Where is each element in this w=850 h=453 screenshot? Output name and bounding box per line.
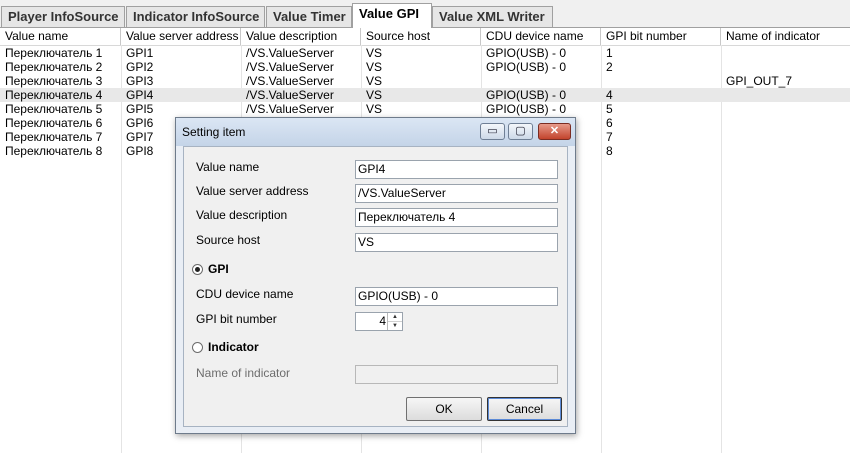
column-header-cdu-device[interactable]: CDU device name: [481, 28, 601, 45]
cell-gpi-bit[interactable]: 5: [601, 102, 721, 116]
cdu-device-label: CDU device name: [196, 287, 294, 301]
gpi-bit-stepper[interactable]: 4 ▲ ▼: [355, 312, 403, 331]
tab-value-xml-writer[interactable]: Value XML Writer: [432, 6, 553, 27]
gpi-bit-label: GPI bit number: [196, 312, 277, 326]
stepper-down-icon[interactable]: ▼: [388, 322, 402, 330]
column-header-gpi-bit[interactable]: GPI bit number: [601, 28, 721, 45]
tab-bar: Player InfoSource Indicator InfoSource V…: [0, 0, 850, 28]
value-name-field[interactable]: GPI4: [355, 160, 558, 179]
cell-cdu-device[interactable]: GPIO(USB) - 0: [481, 88, 601, 102]
server-address-field[interactable]: /VS.ValueServer: [355, 184, 558, 203]
cell-description[interactable]: /VS.ValueServer: [241, 60, 361, 74]
value-name-label: Value name: [196, 160, 260, 174]
column-header-value-name[interactable]: Value name: [0, 28, 121, 45]
setting-item-dialog: Setting item ▭ ▢ ✕ Value name GPI4 Value…: [175, 117, 576, 434]
cell-indicator[interactable]: GPI_OUT_7: [721, 74, 850, 88]
cell-source-host[interactable]: VS: [361, 88, 481, 102]
cell-source-host[interactable]: VS: [361, 74, 481, 88]
cell-cdu-device[interactable]: GPIO(USB) - 0: [481, 46, 601, 60]
cell-value-name[interactable]: Переключатель 4: [0, 88, 121, 102]
dialog-titlebar[interactable]: Setting item ▭ ▢ ✕: [176, 118, 575, 146]
cell-value-name[interactable]: Переключатель 3: [0, 74, 121, 88]
cdu-device-field[interactable]: GPIO(USB) - 0: [355, 287, 558, 306]
cell-value-name[interactable]: Переключатель 2: [0, 60, 121, 74]
cell-source-host[interactable]: VS: [361, 102, 481, 116]
cell-source-host[interactable]: VS: [361, 60, 481, 74]
cell-server-address[interactable]: GPI1: [121, 46, 241, 60]
cancel-button[interactable]: Cancel: [487, 397, 562, 421]
description-field[interactable]: Переключатель 4: [355, 208, 558, 227]
indicator-name-label: Name of indicator: [196, 366, 291, 380]
cell-gpi-bit[interactable]: 7: [601, 130, 721, 144]
cell-value-name[interactable]: Переключатель 7: [0, 130, 121, 144]
gpi-radio[interactable]: [192, 264, 203, 275]
cell-value-name[interactable]: Переключатель 6: [0, 116, 121, 130]
cell-server-address[interactable]: GPI2: [121, 60, 241, 74]
indicator-name-field: [355, 365, 558, 384]
cell-description[interactable]: /VS.ValueServer: [241, 88, 361, 102]
table-row[interactable]: Переключатель 4 GPI4/VS.ValueServer VS GPIO…: [0, 88, 850, 102]
gpi-bit-value: 4: [379, 314, 386, 328]
cell-indicator[interactable]: [721, 88, 850, 102]
table-row[interactable]: Переключатель 3 GPI3/VS.ValueServer VS GPI_…: [0, 74, 850, 88]
cell-description[interactable]: /VS.ValueServer: [241, 74, 361, 88]
grid-header: Value name Value server address Value de…: [0, 28, 850, 46]
column-header-server-address[interactable]: Value server address: [121, 28, 241, 45]
cell-gpi-bit[interactable]: [601, 74, 721, 88]
stepper-up-icon[interactable]: ▲: [388, 313, 402, 322]
cell-gpi-bit[interactable]: 4: [601, 88, 721, 102]
cell-indicator[interactable]: [721, 46, 850, 60]
cell-gpi-bit[interactable]: 1: [601, 46, 721, 60]
cell-description[interactable]: /VS.ValueServer: [241, 102, 361, 116]
column-header-source-host[interactable]: Source host: [361, 28, 481, 45]
table-row[interactable]: Переключатель 2 GPI2/VS.ValueServer VS GPIO…: [0, 60, 850, 74]
cell-source-host[interactable]: VS: [361, 46, 481, 60]
table-row[interactable]: Переключатель 5 GPI5/VS.ValueServer VS GPIO…: [0, 102, 850, 116]
cell-indicator[interactable]: [721, 116, 850, 130]
gpi-radio-label[interactable]: GPI: [208, 262, 229, 276]
cell-cdu-device[interactable]: [481, 74, 601, 88]
indicator-radio[interactable]: [192, 342, 203, 353]
tab-player-infosource[interactable]: Player InfoSource: [1, 6, 125, 27]
table-row[interactable]: Переключатель 1 GPI1/VS.ValueServer VS GPIO…: [0, 46, 850, 60]
cell-cdu-device[interactable]: GPIO(USB) - 0: [481, 102, 601, 116]
cell-value-name[interactable]: Переключатель 8: [0, 144, 121, 158]
ok-button[interactable]: OK: [406, 397, 482, 421]
cell-server-address[interactable]: GPI5: [121, 102, 241, 116]
description-label: Value description: [196, 208, 288, 222]
dialog-title: Setting item: [182, 125, 246, 139]
tab-value-timer[interactable]: Value Timer: [266, 6, 352, 27]
source-host-field[interactable]: VS: [355, 233, 558, 252]
cell-value-name[interactable]: Переключатель 5: [0, 102, 121, 116]
radio-selected-dot: [195, 267, 200, 272]
cell-cdu-device[interactable]: GPIO(USB) - 0: [481, 60, 601, 74]
column-header-description[interactable]: Value description: [241, 28, 361, 45]
maximize-icon[interactable]: ▢: [508, 123, 533, 140]
column-header-indicator[interactable]: Name of indicator: [721, 28, 850, 45]
cell-value-name[interactable]: Переключатель 1: [0, 46, 121, 60]
dialog-body: Value name GPI4 Value server address /VS…: [183, 146, 568, 427]
cell-gpi-bit[interactable]: 8: [601, 144, 721, 158]
cell-server-address[interactable]: GPI3: [121, 74, 241, 88]
minimize-icon[interactable]: ▭: [480, 123, 505, 140]
close-icon[interactable]: ✕: [538, 123, 571, 140]
cell-gpi-bit[interactable]: 6: [601, 116, 721, 130]
cell-indicator[interactable]: [721, 60, 850, 74]
tab-value-gpi[interactable]: Value GPI: [352, 3, 432, 28]
server-address-label: Value server address: [196, 184, 309, 198]
tab-indicator-infosource[interactable]: Indicator InfoSource: [126, 6, 265, 27]
cell-description[interactable]: /VS.ValueServer: [241, 46, 361, 60]
cell-indicator[interactable]: [721, 130, 850, 144]
cell-indicator[interactable]: [721, 102, 850, 116]
cell-indicator[interactable]: [721, 144, 850, 158]
indicator-radio-label[interactable]: Indicator: [208, 340, 259, 354]
stepper-arrows: ▲ ▼: [387, 313, 402, 330]
cell-server-address[interactable]: GPI4: [121, 88, 241, 102]
source-host-label: Source host: [196, 233, 261, 247]
cell-gpi-bit[interactable]: 2: [601, 60, 721, 74]
